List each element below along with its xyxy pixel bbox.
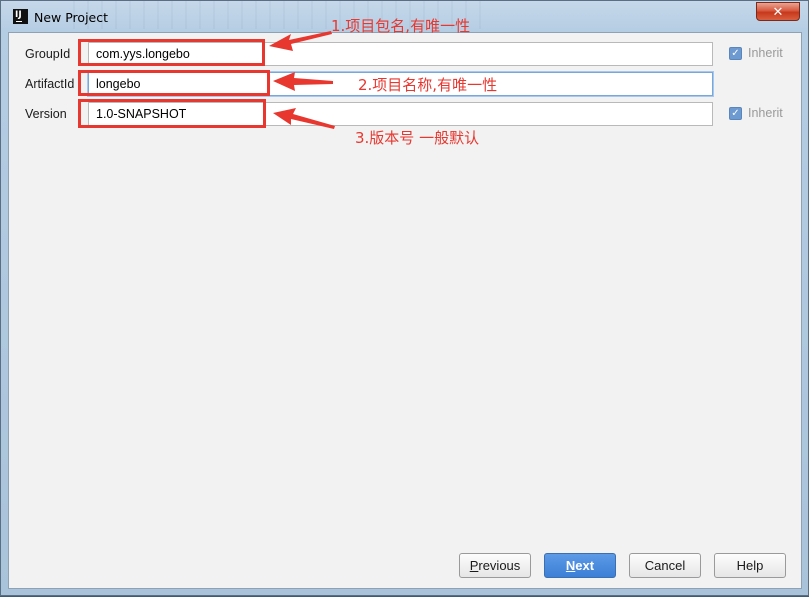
- inherit-label: Inherit: [748, 46, 783, 60]
- inherit-label: Inherit: [748, 106, 783, 120]
- version-inherit-checkbox[interactable]: ✓ Inherit: [729, 106, 783, 120]
- dialog-window: IJ New Project ✕ GroupId ✓ Inherit Artif…: [0, 0, 809, 596]
- groupid-label: GroupId: [25, 47, 71, 61]
- annotation-box-artifactid: [78, 70, 270, 96]
- window-title: New Project: [34, 10, 109, 25]
- cancel-button[interactable]: Cancel: [629, 553, 701, 578]
- annotation-box-version: [78, 99, 266, 128]
- annotation-box-groupid: [78, 39, 265, 66]
- annotation-text-artifactid: 2.项目名称,有唯一性: [358, 76, 498, 94]
- artifactid-label: ArtifactId: [25, 77, 75, 91]
- close-icon: ✕: [772, 4, 784, 19]
- next-label: ext: [575, 558, 595, 573]
- help-button[interactable]: Help: [714, 553, 786, 578]
- intellij-app-icon: IJ: [13, 9, 28, 24]
- version-label: Version: [25, 107, 67, 121]
- groupid-inherit-checkbox[interactable]: ✓ Inherit: [729, 46, 783, 60]
- checkbox-checked-icon[interactable]: ✓: [729, 46, 742, 60]
- close-button[interactable]: ✕: [756, 2, 800, 21]
- next-button[interactable]: Next: [544, 553, 616, 578]
- annotation-text-groupid: 1.项目包名,有唯一性: [331, 17, 471, 35]
- previous-label: revious: [478, 558, 521, 573]
- annotation-text-version: 3.版本号 一般默认: [355, 129, 480, 147]
- checkbox-checked-icon[interactable]: ✓: [729, 106, 742, 120]
- next-mnemonic: N: [565, 558, 576, 573]
- previous-button[interactable]: Previous: [459, 553, 531, 578]
